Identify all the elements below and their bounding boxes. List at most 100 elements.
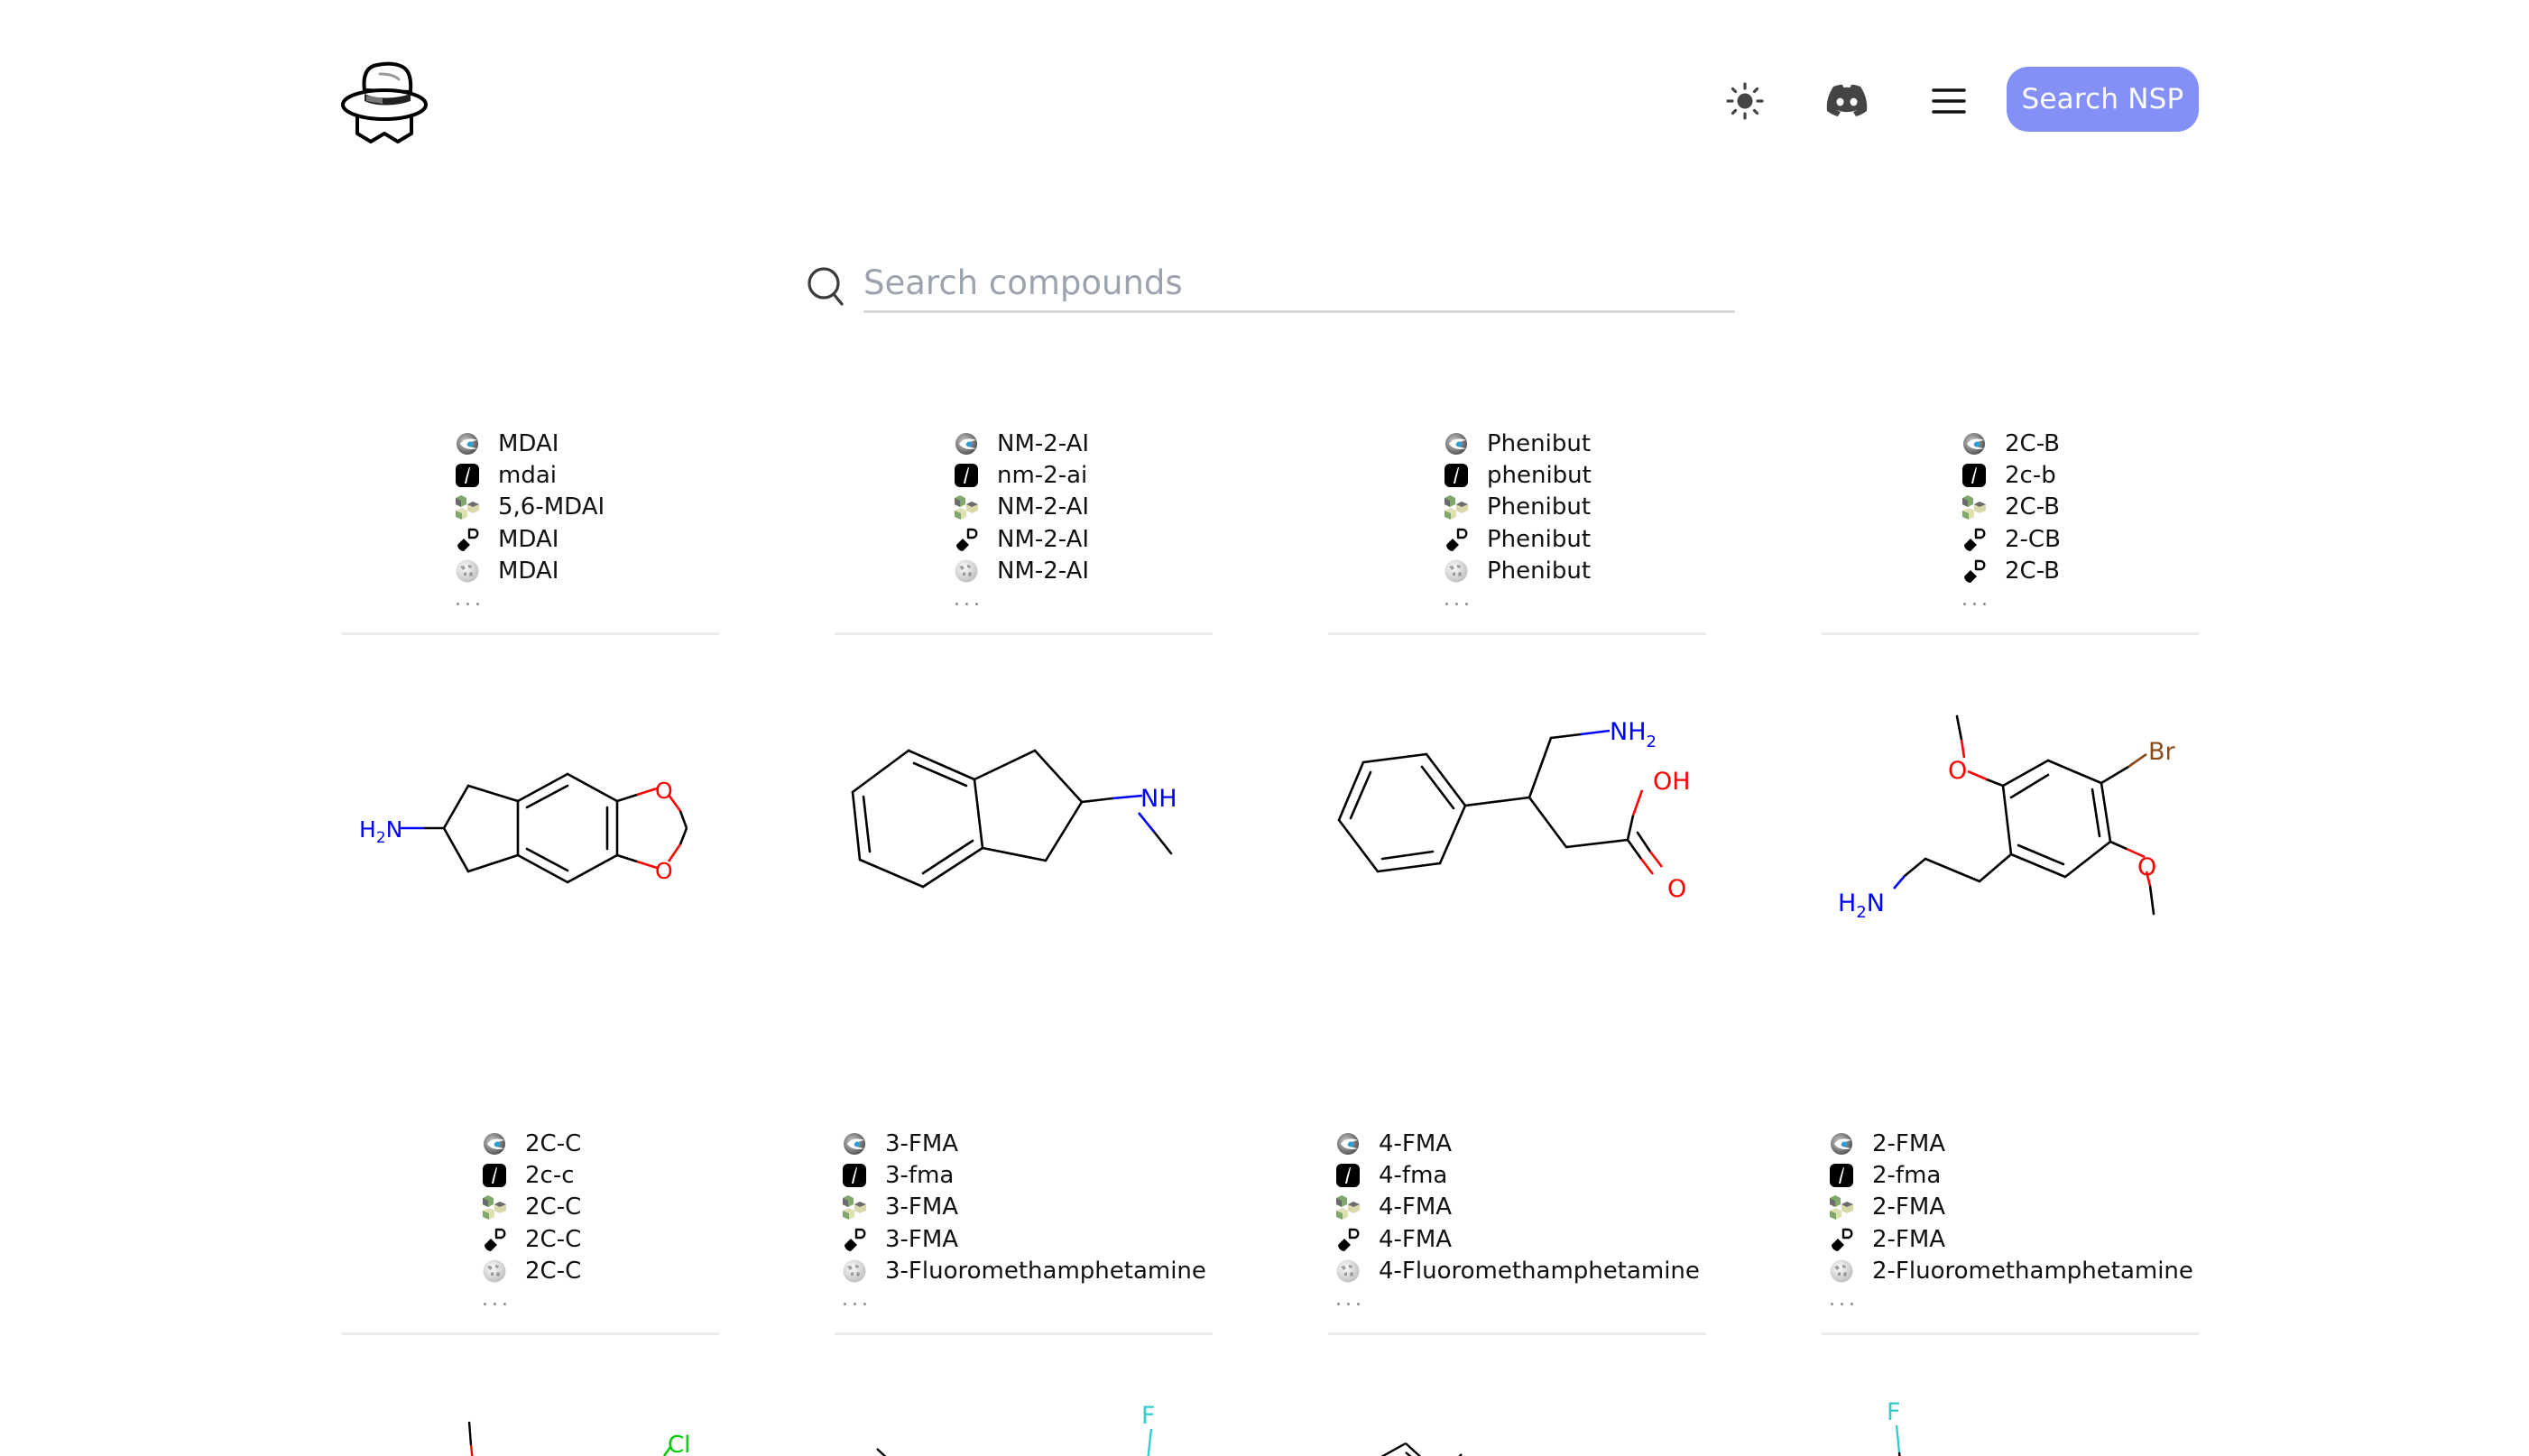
compound-names-list: 2C-C 2c-c 2C-C 2C-C 2C-C ... <box>482 1128 581 1310</box>
tripsit-icon <box>842 1163 867 1188</box>
name-row[interactable]: 3-FMA <box>842 1223 1206 1255</box>
structure-nm-2-ai[interactable]: NH <box>835 695 1214 983</box>
pill-icon <box>1335 1227 1361 1252</box>
compound-name: 2C-C <box>525 1257 582 1285</box>
structure-mdai[interactable]: H2N O O <box>341 695 720 983</box>
name-row[interactable]: nm-2-ai <box>954 459 1089 491</box>
name-row[interactable]: 2C-B <box>1961 555 2061 586</box>
name-row[interactable]: NM-2-AI <box>954 492 1089 523</box>
wikipedia-globe-icon <box>1444 558 1469 584</box>
compound-name: 5,6-MDAI <box>498 493 605 521</box>
compound-name: 2C-B <box>2005 493 2060 521</box>
atom-label-o: O <box>1667 875 1686 903</box>
name-row[interactable]: MDAI <box>455 428 605 459</box>
discord-link[interactable] <box>1822 76 1872 126</box>
name-row[interactable]: 2c-c <box>482 1159 581 1191</box>
structure-2-fma[interactable]: F <box>1822 1389 2201 1456</box>
compound-name: NM-2-AI <box>997 493 1090 521</box>
compound-names-list: 4-FMA 4-fma 4-FMA 4-FMA 4-Fluoromethamph… <box>1335 1128 1700 1310</box>
name-row[interactable]: phenibut <box>1444 459 1592 491</box>
structure-phenibut[interactable]: NH2 OH O <box>1328 695 1716 983</box>
name-row[interactable]: 2-Fluoromethamphetamine <box>1829 1255 2193 1286</box>
name-row[interactable]: NM-2-AI <box>954 428 1089 459</box>
compound-name: 3-Fluoromethamphetamine <box>885 1257 1206 1285</box>
wikipedia-globe-icon <box>842 1258 867 1284</box>
name-row[interactable]: 2-CB <box>1961 523 2061 555</box>
pill-icon <box>455 527 480 552</box>
name-row[interactable]: Phenibut <box>1444 428 1592 459</box>
compound-name: NM-2-AI <box>997 429 1090 457</box>
name-row[interactable]: 3-fma <box>842 1159 1206 1191</box>
more-names-indicator[interactable]: ... <box>954 590 1089 610</box>
name-row[interactable]: Phenibut <box>1444 555 1592 586</box>
name-row[interactable]: MDAI <box>455 523 605 555</box>
structure-2c-b[interactable]: Br O O H2N <box>1822 695 2210 983</box>
incognito-hat-logo-icon <box>341 61 428 143</box>
name-row[interactable]: 4-FMA <box>1335 1128 1700 1159</box>
compound-name: 2C-C <box>525 1193 582 1221</box>
name-row[interactable]: NM-2-AI <box>954 555 1089 586</box>
pill-icon <box>1961 527 1987 552</box>
name-row[interactable]: MDAI <box>455 555 605 586</box>
compound-name: 2-Fluoromethamphetamine <box>1872 1257 2193 1285</box>
name-row[interactable]: 2C-C <box>482 1255 581 1286</box>
structure-3-fma[interactable]: F <box>835 1389 1214 1456</box>
name-row[interactable]: NM-2-AI <box>954 523 1089 555</box>
more-names-indicator[interactable]: ... <box>455 590 605 610</box>
name-row[interactable]: 2-FMA <box>1829 1223 2193 1255</box>
pill-icon <box>1444 527 1469 552</box>
name-row[interactable]: 3-FMA <box>842 1128 1206 1159</box>
name-row[interactable]: 2C-B <box>1961 492 2061 523</box>
wikipedia-globe-icon <box>1829 1258 1854 1284</box>
hamburger-menu-icon <box>1932 88 1966 114</box>
name-row[interactable]: 2C-B <box>1961 428 2061 459</box>
structure-4-fma[interactable] <box>1328 1389 1707 1456</box>
tripsit-icon <box>1829 1163 1854 1188</box>
name-row[interactable]: 5,6-MDAI <box>455 492 605 523</box>
name-row[interactable]: 3-FMA <box>842 1192 1206 1223</box>
more-names-indicator[interactable]: ... <box>1829 1290 2193 1310</box>
pill-icon <box>1829 1227 1854 1252</box>
search-nsp-button[interactable]: Search NSP <box>2007 67 2199 132</box>
name-row[interactable]: 4-Fluoromethamphetamine <box>1335 1255 1700 1286</box>
compound-name: 2C-B <box>2005 429 2060 457</box>
compound-name: 2C-C <box>525 1129 582 1157</box>
name-row[interactable]: 2c-b <box>1961 459 2061 491</box>
site-logo[interactable] <box>339 58 431 144</box>
atom-label-oh: OH <box>1653 768 1691 796</box>
menu-button[interactable] <box>1924 76 1974 126</box>
name-row[interactable]: 2C-C <box>482 1223 581 1255</box>
atom-label-o: O <box>655 778 673 804</box>
name-row[interactable]: mdai <box>455 459 605 491</box>
name-row[interactable]: 4-FMA <box>1335 1192 1700 1223</box>
name-row[interactable]: 2C-C <box>482 1192 581 1223</box>
name-row[interactable]: 2C-C <box>482 1128 581 1159</box>
compound-name: NM-2-AI <box>997 525 1090 553</box>
card-divider <box>1822 1332 2200 1335</box>
name-row[interactable]: 3-Fluoromethamphetamine <box>842 1255 1206 1286</box>
more-names-indicator[interactable]: ... <box>1444 590 1592 610</box>
more-names-indicator[interactable]: ... <box>1335 1290 1700 1310</box>
name-row[interactable]: 2-FMA <box>1829 1128 2193 1159</box>
cubes-icon <box>1444 494 1469 520</box>
eye-logo-icon <box>482 1131 507 1157</box>
name-row[interactable]: 2-fma <box>1829 1159 2193 1191</box>
more-names-indicator[interactable]: ... <box>842 1290 1206 1310</box>
theme-toggle-button[interactable] <box>1720 76 1770 126</box>
more-names-indicator[interactable]: ... <box>482 1290 581 1310</box>
card-divider <box>1328 632 1706 635</box>
name-row[interactable]: Phenibut <box>1444 492 1592 523</box>
search-input[interactable] <box>863 254 1735 313</box>
compound-name: Phenibut <box>1487 429 1592 457</box>
more-names-indicator[interactable]: ... <box>1961 590 2061 610</box>
structure-2c-c[interactable]: Cl <box>341 1389 720 1456</box>
name-row[interactable]: 4-fma <box>1335 1159 1700 1191</box>
name-row[interactable]: 4-FMA <box>1335 1223 1700 1255</box>
compound-name: 3-fma <box>885 1161 955 1189</box>
compound-name: nm-2-ai <box>997 461 1088 489</box>
name-row[interactable]: Phenibut <box>1444 523 1592 555</box>
name-row[interactable]: 2-FMA <box>1829 1192 2193 1223</box>
compound-names-list: NM-2-AI nm-2-ai NM-2-AI NM-2-AI NM-2-AI … <box>954 428 1089 610</box>
cubes-icon <box>954 494 979 520</box>
compound-name: 2C-B <box>2005 557 2060 585</box>
